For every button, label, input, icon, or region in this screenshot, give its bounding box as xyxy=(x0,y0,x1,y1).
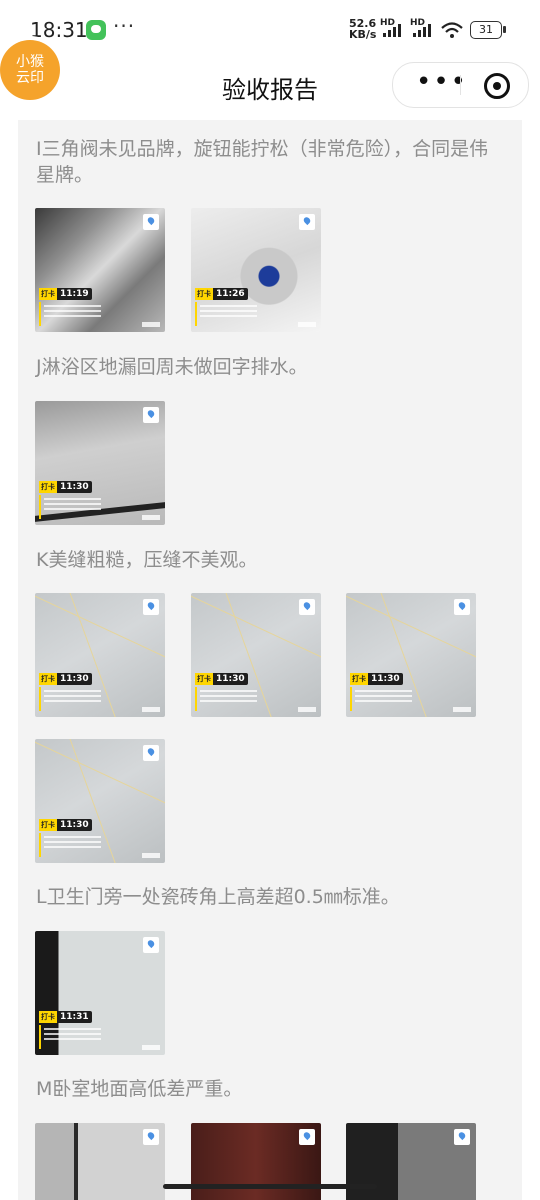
photo-timestamp: 打卡 11:26 xyxy=(195,288,248,300)
watermark-icon xyxy=(142,853,160,858)
issue-photo[interactable] xyxy=(35,1123,165,1200)
photo-timestamp: 打卡 11:19 xyxy=(39,288,92,300)
location-pin-icon xyxy=(143,599,159,615)
photo-info-lines xyxy=(39,1025,101,1049)
photo-time: 11:26 xyxy=(216,289,245,299)
report-content[interactable]: I三角阀未见品牌，旋钮能拧松（非常危险），合同是伟星牌。 打卡 11:19 打卡 1… xyxy=(18,120,522,1200)
watermark-icon xyxy=(298,707,316,712)
issue-photo[interactable]: 打卡 11:31 xyxy=(35,931,165,1055)
photo-time: 11:30 xyxy=(60,820,89,830)
location-pin-icon xyxy=(299,599,315,615)
location-pin-icon xyxy=(299,1129,315,1145)
photo-info-lines xyxy=(195,687,257,711)
issue-text: I三角阀未见品牌，旋钮能拧松（非常危险），合同是伟星牌。 xyxy=(36,138,489,186)
home-indicator[interactable] xyxy=(163,1184,377,1189)
issue-text: L卫生门旁一处瓷砖角上高差超0.5㎜标准。 xyxy=(36,886,400,908)
photo-timestamp: 打卡 11:30 xyxy=(350,673,403,685)
photo-info-lines xyxy=(195,302,257,326)
issue-photo[interactable]: 打卡 11:30 xyxy=(191,593,321,717)
photo-info-lines xyxy=(39,833,101,857)
photo-time: 11:31 xyxy=(60,1012,89,1022)
signal-icon xyxy=(383,24,401,37)
issue-photo[interactable]: 打卡 11:30 xyxy=(35,593,165,717)
watermark-icon xyxy=(298,322,316,327)
signal-icon xyxy=(413,24,431,37)
watermark-icon xyxy=(142,1045,160,1050)
location-pin-icon xyxy=(143,407,159,423)
location-pin-icon xyxy=(143,1129,159,1145)
photo-time: 11:30 xyxy=(371,674,400,684)
photo-timestamp: 打卡 11:30 xyxy=(39,673,92,685)
photo-tag: 打卡 xyxy=(39,819,57,831)
photo-time: 11:30 xyxy=(60,482,89,492)
photo-timestamp: 打卡 11:30 xyxy=(39,819,92,831)
photo-time: 11:30 xyxy=(60,674,89,684)
issue-photo[interactable]: 打卡 11:30 xyxy=(35,401,165,525)
watermark-icon xyxy=(453,707,471,712)
photo-info-lines xyxy=(350,687,412,711)
photo-info-lines xyxy=(39,495,101,519)
logo-line1: 小猴 xyxy=(16,54,44,70)
status-bar: 18:31 ··· 52.6 KB/s HD HD 31 xyxy=(0,0,540,56)
location-pin-icon xyxy=(143,745,159,761)
location-pin-icon xyxy=(299,214,315,230)
issue-photo[interactable]: 打卡 11:19 xyxy=(35,208,165,332)
photo-time: 11:30 xyxy=(216,674,245,684)
photo-timestamp: 打卡 11:31 xyxy=(39,1011,92,1023)
location-pin-icon xyxy=(454,1129,470,1145)
location-pin-icon xyxy=(143,937,159,953)
issue-text: M卧室地面高低差严重。 xyxy=(36,1078,243,1100)
photo-time: 11:19 xyxy=(60,289,89,299)
photo-tag: 打卡 xyxy=(39,1011,57,1023)
more-notifications-icon: ··· xyxy=(113,14,136,38)
photo-tag: 打卡 xyxy=(39,481,57,493)
issue-text: K美缝粗糙，压缝不美观。 xyxy=(36,549,258,571)
status-time: 18:31 xyxy=(30,18,88,42)
mini-program-capsule: ••• xyxy=(392,62,529,108)
photo-info-lines xyxy=(39,687,101,711)
battery-icon: 31 xyxy=(470,21,506,39)
wifi-icon xyxy=(441,22,463,38)
photo-tag: 打卡 xyxy=(39,673,57,685)
issue-photo[interactable]: 打卡 11:30 xyxy=(346,593,476,717)
issue-photo[interactable]: 打卡 11:26 xyxy=(191,208,321,332)
photo-timestamp: 打卡 11:30 xyxy=(39,481,92,493)
network-speed-unit: KB/s xyxy=(349,28,377,41)
watermark-icon xyxy=(142,707,160,712)
watermark-icon xyxy=(142,515,160,520)
photo-timestamp: 打卡 11:30 xyxy=(195,673,248,685)
target-close-icon[interactable] xyxy=(484,73,510,99)
photo-tag: 打卡 xyxy=(350,673,368,685)
capsule-divider xyxy=(460,75,461,95)
network-speed: 52.6 KB/s xyxy=(349,18,376,40)
location-pin-icon xyxy=(143,214,159,230)
issue-text: J淋浴区地漏回周未做回字排水。 xyxy=(36,356,308,378)
photo-info-lines xyxy=(39,302,101,326)
photo-tag: 打卡 xyxy=(195,288,213,300)
location-pin-icon xyxy=(454,599,470,615)
photo-tag: 打卡 xyxy=(195,673,213,685)
photo-tag: 打卡 xyxy=(39,288,57,300)
watermark-icon xyxy=(142,322,160,327)
issue-photo[interactable]: 打卡 11:30 xyxy=(35,739,165,863)
wechat-notification-icon xyxy=(86,20,106,40)
